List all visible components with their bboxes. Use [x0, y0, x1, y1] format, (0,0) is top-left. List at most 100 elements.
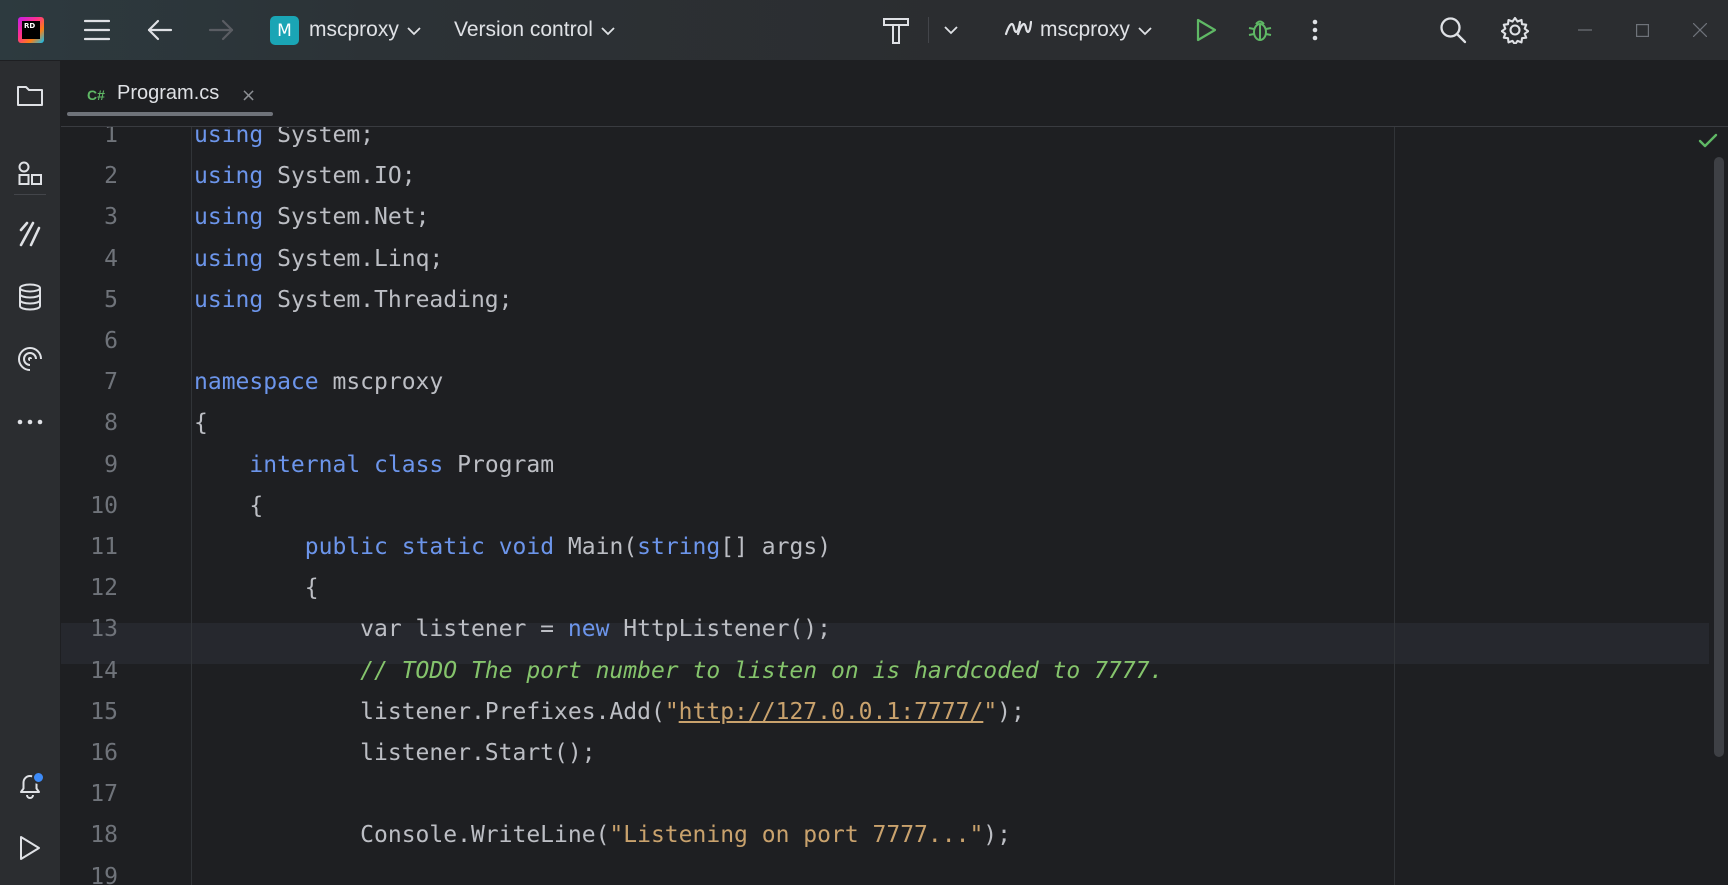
line-number[interactable]: 19 [61, 857, 118, 885]
structure-icon[interactable] [14, 157, 46, 189]
more-vertical-icon[interactable] [1304, 16, 1326, 44]
code-line[interactable]: 11 public static void Main(string[] args… [61, 527, 1701, 568]
line-number[interactable]: 8 [61, 403, 118, 444]
no-problems-check-icon[interactable] [1698, 133, 1718, 153]
code-line[interactable]: 16 listener.Start(); [61, 733, 1701, 774]
line-number[interactable]: 1 [61, 127, 118, 156]
code-text[interactable]: { [194, 568, 319, 609]
dynamic-program-analysis-icon[interactable] [14, 343, 46, 375]
toolbar-separator [928, 17, 929, 43]
title-bar: RD M mscproxy Version control mscproxy [0, 0, 1728, 61]
code-line[interactable]: 4 using System.Linq; [61, 239, 1701, 280]
line-number[interactable]: 14 [61, 651, 118, 692]
main-menu-icon[interactable] [82, 16, 112, 44]
tab-label: Program.cs [117, 82, 220, 104]
code-text[interactable]: using System.Linq; [194, 239, 443, 280]
code-line[interactable]: 3 using System.Net; [61, 197, 1701, 238]
code-line[interactable]: 13 var listener = new HttpListener(); [61, 609, 1701, 650]
code-line[interactable]: 17 [61, 774, 1701, 815]
line-number[interactable]: 16 [61, 733, 118, 774]
code-editor[interactable]: 1 using System; 2 using System.IO; 3 using Sy… [61, 127, 1728, 885]
run-tool-window-icon[interactable] [14, 832, 46, 864]
code-text[interactable]: namespace mscproxy [194, 362, 443, 403]
chevron-down-icon [407, 21, 421, 40]
line-number[interactable]: 10 [61, 486, 118, 527]
run-play-icon[interactable] [1192, 16, 1220, 44]
line-number[interactable]: 12 [61, 568, 118, 609]
code-text[interactable]: listener.Prefixes.Add("http://127.0.0.1:… [194, 692, 1025, 733]
run-config-name: mscproxy [1040, 18, 1130, 41]
more-tool-windows-icon[interactable] [14, 406, 46, 438]
code-line[interactable]: 8{ [61, 403, 1701, 444]
search-icon[interactable] [1438, 15, 1468, 45]
tab-close-icon[interactable]: × [241, 85, 256, 106]
forward-arrow-icon[interactable] [206, 16, 236, 44]
code-line[interactable]: 9 internal class Program [61, 445, 1701, 486]
line-number[interactable]: 17 [61, 774, 118, 815]
line-number[interactable]: 2 [61, 156, 118, 197]
line-number[interactable]: 3 [61, 197, 118, 238]
code-text[interactable]: // TODO The port number to listen on is … [194, 651, 1163, 692]
project-selector[interactable]: mscproxy [309, 14, 421, 46]
code-text[interactable]: public static void Main(string[] args) [194, 527, 831, 568]
project-badge[interactable]: M [270, 16, 299, 45]
version-control-menu[interactable]: Version control [454, 14, 615, 46]
line-number[interactable]: 13 [61, 609, 118, 650]
code-line[interactable]: 19 [61, 857, 1701, 885]
project-name: mscproxy [309, 18, 399, 41]
code-line[interactable]: 6 [61, 321, 1701, 362]
code-line[interactable]: 14 // TODO The port number to listen on … [61, 651, 1701, 692]
chevron-down-icon [1138, 21, 1152, 40]
notification-badge [32, 771, 45, 784]
settings-gear-icon[interactable] [1500, 15, 1530, 45]
code-text[interactable]: var listener = new HttpListener(); [194, 609, 831, 650]
project-folder-icon[interactable] [14, 79, 46, 111]
code-line[interactable]: 1 using System; [61, 127, 1701, 156]
line-number[interactable]: 11 [61, 527, 118, 568]
tool-strip-divider [14, 194, 46, 195]
code-line[interactable]: 5 using System.Threading; [61, 280, 1701, 321]
build-hammer-icon[interactable] [880, 14, 912, 46]
code-line[interactable]: 2 using System.IO; [61, 156, 1701, 197]
code-line[interactable]: 10 { [61, 486, 1701, 527]
csharp-file-icon: C# [87, 87, 105, 103]
code-text[interactable]: { [194, 486, 263, 527]
code-line[interactable]: 7 namespace mscproxy [61, 362, 1701, 403]
editor-scrollbar[interactable] [1714, 157, 1724, 757]
tab-program-cs[interactable]: C# Program.cs × [65, 61, 273, 126]
line-number[interactable]: 6 [61, 321, 118, 362]
rider-logo-icon[interactable]: RD [18, 17, 44, 43]
build-options-chevron-icon[interactable] [941, 20, 961, 40]
code-line[interactable]: 12 { [61, 568, 1701, 609]
run-configuration-selector[interactable]: mscproxy [1004, 14, 1152, 46]
close-window-icon[interactable] [1690, 20, 1710, 40]
line-number[interactable]: 18 [61, 815, 118, 856]
code-text[interactable]: { [194, 403, 208, 444]
code-line[interactable]: 15 listener.Prefixes.Add("http://127.0.0… [61, 692, 1701, 733]
code-text[interactable]: using System.Net; [194, 197, 429, 238]
line-number[interactable]: 5 [61, 280, 118, 321]
notifications-bell-icon[interactable] [14, 769, 46, 801]
code-text[interactable]: internal class Program [194, 445, 554, 486]
back-arrow-icon[interactable] [145, 16, 175, 44]
dotnet-config-icon [1004, 20, 1033, 40]
line-number[interactable]: 4 [61, 239, 118, 280]
logo-text: RD [22, 21, 40, 39]
tool-window-strip [0, 61, 61, 885]
code-text[interactable]: using System.IO; [194, 156, 416, 197]
minimize-window-icon[interactable] [1575, 20, 1595, 40]
code-line[interactable]: 18 Console.WriteLine("Listening on port … [61, 815, 1701, 856]
code-text[interactable]: using System; [194, 127, 374, 156]
database-icon[interactable] [14, 281, 46, 313]
version-control-label: Version control [454, 18, 593, 41]
debug-bug-icon[interactable] [1246, 16, 1274, 44]
line-number[interactable]: 9 [61, 445, 118, 486]
maximize-window-icon[interactable] [1632, 20, 1652, 40]
line-number[interactable]: 7 [61, 362, 118, 403]
code-text[interactable]: listener.Start(); [194, 733, 595, 774]
line-number[interactable]: 15 [61, 692, 118, 733]
code-text[interactable]: Console.WriteLine("Listening on port 777… [194, 815, 1011, 856]
code-text[interactable]: using System.Threading; [194, 280, 513, 321]
unit-tests-icon[interactable] [14, 218, 46, 250]
chevron-down-icon [601, 21, 615, 40]
